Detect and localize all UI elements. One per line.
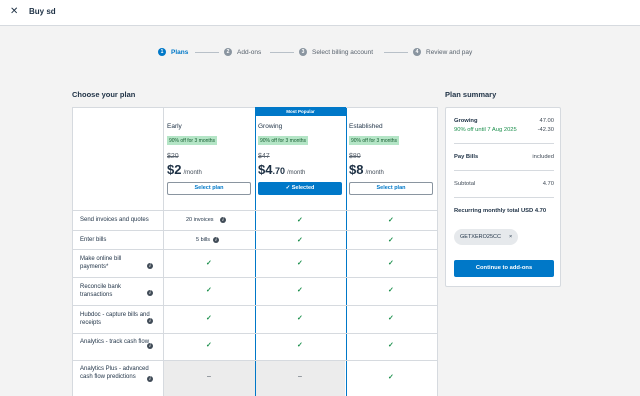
not-included-dash: –	[207, 373, 211, 380]
price: $8 /month	[349, 162, 384, 177]
check-icon: ✓	[206, 260, 212, 267]
original-price: $80	[349, 153, 361, 160]
select-plan-button[interactable]: Select plan	[167, 182, 251, 195]
step-select-billing-account[interactable]: 3 Select billing account	[299, 48, 373, 56]
choose-plan-heading: Choose your plan	[72, 90, 136, 99]
feature-label: Analytics - track cash flow	[80, 339, 150, 345]
early-invoices-value: 20 invoices	[186, 217, 214, 223]
check-icon: ✓	[297, 287, 303, 294]
check-icon: ✓	[206, 315, 212, 322]
summary-plan-name: Growing	[454, 118, 478, 124]
most-popular-badge: Most Popular	[255, 107, 346, 116]
selected-plan-button[interactable]: ✓ Selected	[258, 182, 342, 195]
info-icon[interactable]: i	[220, 217, 226, 223]
summary-pay-bills-row: Pay Bills included	[454, 154, 554, 160]
promo-code: GETXERO25CC	[460, 234, 501, 240]
subtotal-label: Subtotal	[454, 181, 476, 187]
pay-bills-label: Pay Bills	[454, 154, 479, 160]
info-icon[interactable]: i	[147, 263, 153, 269]
promo-code-chip[interactable]: GETXERO25CC ×	[454, 229, 519, 245]
subtotal-value: 4.70	[542, 181, 554, 187]
promo-badge: 90% off for 3 months	[258, 136, 309, 145]
info-icon[interactable]: i	[147, 343, 153, 349]
check-icon: ✓	[388, 342, 394, 349]
check-icon: ✓	[297, 342, 303, 349]
plan-summary-card: Growing 47.00 90% off until 7 Aug 2025 -…	[445, 107, 561, 287]
plan-growing: Growing 90% off for 3 months $47 $4 .70 …	[258, 117, 343, 195]
check-icon: ✓	[388, 374, 394, 381]
close-icon[interactable]: ✕	[10, 7, 18, 17]
info-icon[interactable]: i	[147, 318, 153, 324]
check-icon: ✓	[297, 260, 303, 267]
continue-to-add-ons-button[interactable]: Continue to add-ons	[454, 260, 554, 277]
check-icon: ✓	[206, 287, 212, 294]
recurring-total: Recurring monthly total USD 4.70	[454, 208, 547, 214]
info-icon[interactable]: i	[213, 237, 219, 243]
summary-discount-row: 90% off until 7 Aug 2025 -42.30	[454, 127, 554, 133]
step-plans[interactable]: 1 Plans	[158, 48, 188, 56]
check-icon: ✓	[388, 287, 394, 294]
info-icon[interactable]: i	[147, 376, 153, 382]
divider	[454, 143, 554, 144]
price: $4 .70 /month	[258, 162, 306, 177]
remove-promo-icon[interactable]: ×	[509, 229, 512, 245]
step-review-and-pay[interactable]: 4 Review and pay	[413, 48, 472, 56]
not-included-dash: –	[298, 373, 302, 380]
promo-badge: 90% off for 3 months	[167, 136, 218, 145]
feature-label: Make online bill payments*	[80, 256, 122, 270]
step-label: Select billing account	[312, 48, 374, 56]
feature-label: Hubdoc - capture bills and receipts	[80, 312, 150, 326]
select-plan-button[interactable]: Select plan	[349, 182, 433, 195]
plan-name: Established	[349, 123, 383, 130]
feature-label: Analytics Plus - advanced cash flow pred…	[80, 366, 149, 380]
early-bills-value: 5 bills	[196, 237, 211, 243]
feature-label: Enter bills	[80, 237, 107, 243]
original-price: $47	[258, 153, 270, 160]
pay-bills-value: included	[532, 154, 554, 160]
summary-discount-value: -42.30	[537, 127, 554, 133]
plan-established: Established 90% off for 3 months $80 $8 …	[349, 117, 434, 195]
plan-name: Early	[167, 123, 182, 130]
step-add-ons[interactable]: 2 Add-ons	[224, 48, 261, 56]
summary-plan-row: Growing 47.00	[454, 118, 554, 124]
divider	[454, 170, 554, 171]
step-label: Add-ons	[237, 48, 262, 56]
page-title: Buy sd	[29, 7, 56, 16]
check-icon: ✓	[388, 260, 394, 267]
feature-label: Reconcile bank transactions	[80, 284, 122, 298]
plan-early: Early 90% off for 3 months $20 $2 /month…	[167, 117, 252, 195]
top-bar: ✕ Buy sd	[0, 0, 640, 26]
check-icon: ✓	[388, 315, 394, 322]
step-label: Plans	[171, 48, 189, 56]
check-icon: ✓	[206, 342, 212, 349]
step-divider	[384, 52, 408, 53]
price: $2 /month	[167, 162, 202, 177]
feature-label: Send invoices and quotes	[80, 217, 149, 223]
plan-summary-heading: Plan summary	[445, 90, 497, 99]
check-icon: ✓	[297, 315, 303, 322]
step-label: Review and pay	[426, 48, 473, 56]
divider	[454, 197, 554, 198]
check-icon: ✓	[297, 217, 303, 224]
promo-badge: 90% off for 3 months	[349, 136, 400, 145]
step-divider	[195, 52, 219, 53]
step-divider	[270, 52, 294, 53]
check-icon: ✓	[388, 217, 394, 224]
summary-discount-label: 90% off until 7 Aug 2025	[454, 127, 517, 133]
summary-subtotal-row: Subtotal 4.70	[454, 181, 554, 187]
info-icon[interactable]: i	[147, 290, 153, 296]
original-price: $20	[167, 153, 179, 160]
plan-name: Growing	[258, 123, 283, 130]
check-icon: ✓	[388, 237, 394, 244]
check-icon: ✓	[297, 237, 303, 244]
summary-plan-price: 47.00	[539, 118, 554, 124]
